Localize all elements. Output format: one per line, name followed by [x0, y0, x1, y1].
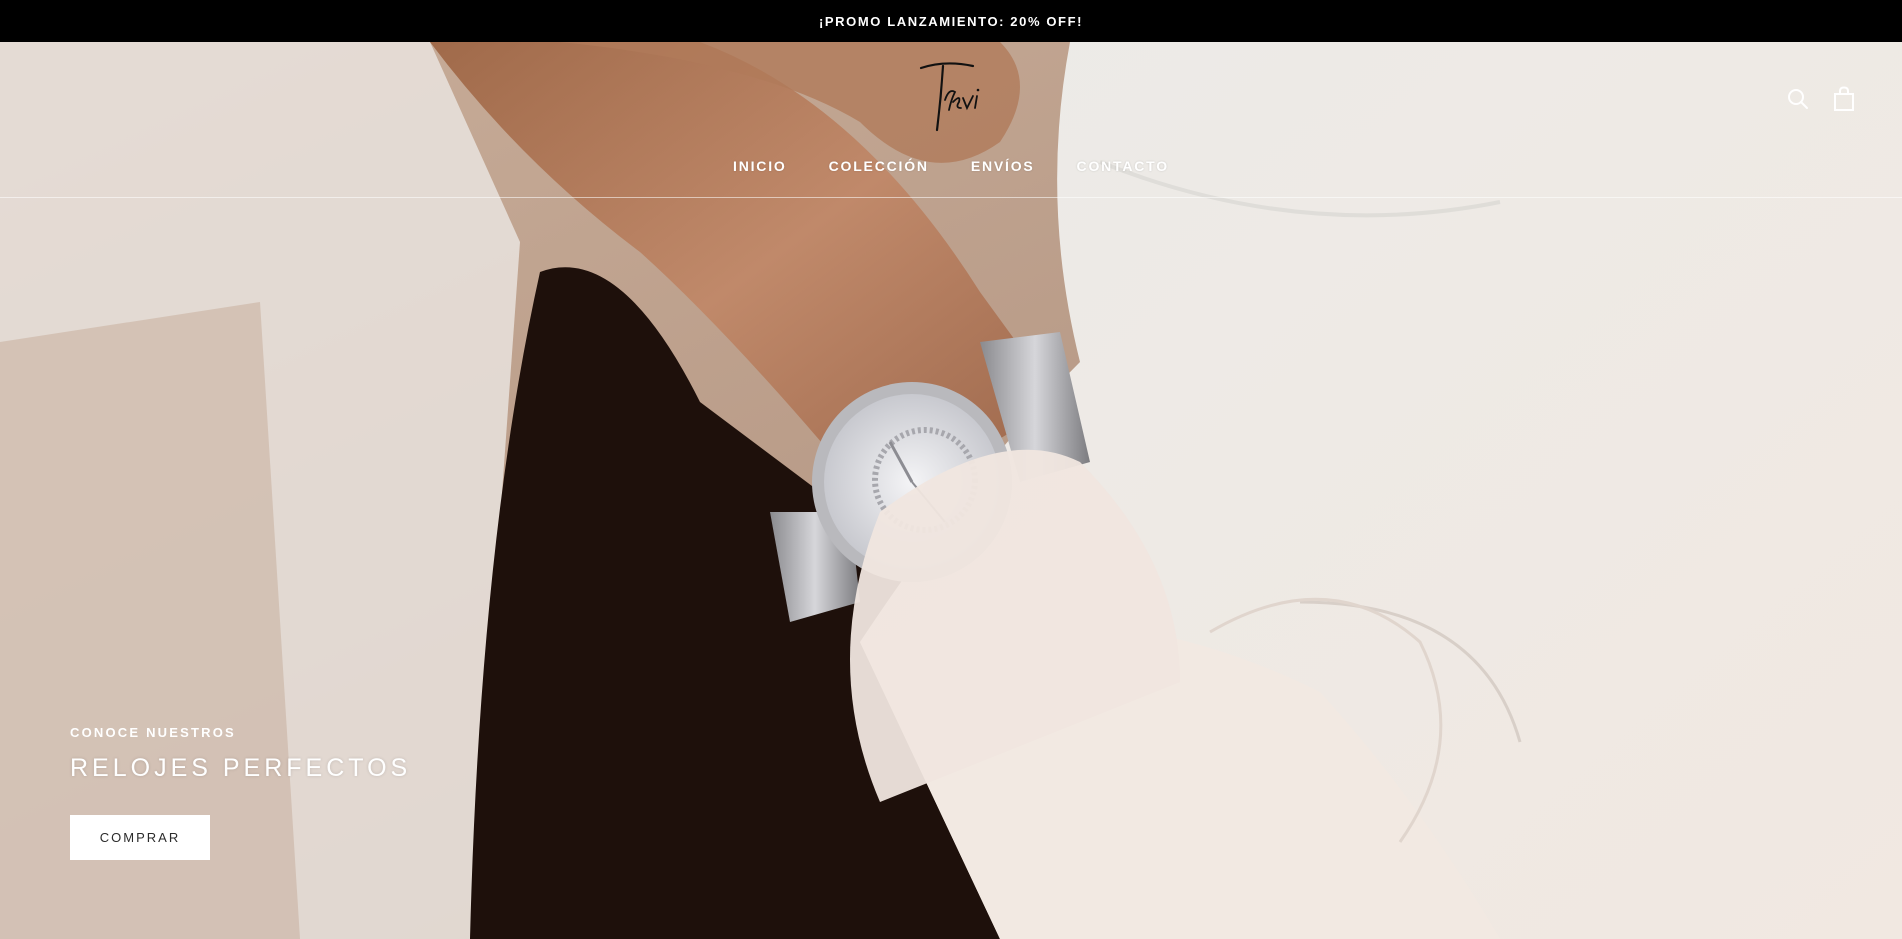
header-actions: [1786, 86, 1856, 112]
comprar-button[interactable]: COMPRAR: [70, 815, 210, 860]
announcement-bar: ¡PROMO LANZAMIENTO: 20% OFF!: [0, 0, 1902, 42]
logo[interactable]: [915, 58, 987, 138]
site-header: INICIO COLECCIÓN ENVÍOS CONTACTO: [0, 42, 1902, 198]
nav-item-inicio[interactable]: INICIO: [733, 158, 787, 174]
hero-content: CONOCE NUESTROS RELOJES PERFECTOS COMPRA…: [70, 725, 411, 860]
nav-item-coleccion[interactable]: COLECCIÓN: [829, 158, 929, 174]
main-nav: INICIO COLECCIÓN ENVÍOS CONTACTO: [0, 158, 1902, 174]
announcement-text: ¡PROMO LANZAMIENTO: 20% OFF!: [818, 13, 1084, 29]
logo-wordmark: [919, 62, 980, 132]
hero-title: RELOJES PERFECTOS: [70, 754, 412, 782]
nav-item-contacto[interactable]: CONTACTO: [1077, 158, 1169, 174]
hero-kicker: CONOCE NUESTROS: [70, 725, 236, 740]
shopping-bag-icon[interactable]: [1832, 86, 1856, 112]
nav-item-envios[interactable]: ENVÍOS: [971, 158, 1035, 174]
page: ¡PROMO LANZAMIENTO: 20% OFF! INICIO COLE…: [0, 0, 1902, 939]
search-icon[interactable]: [1786, 86, 1810, 112]
